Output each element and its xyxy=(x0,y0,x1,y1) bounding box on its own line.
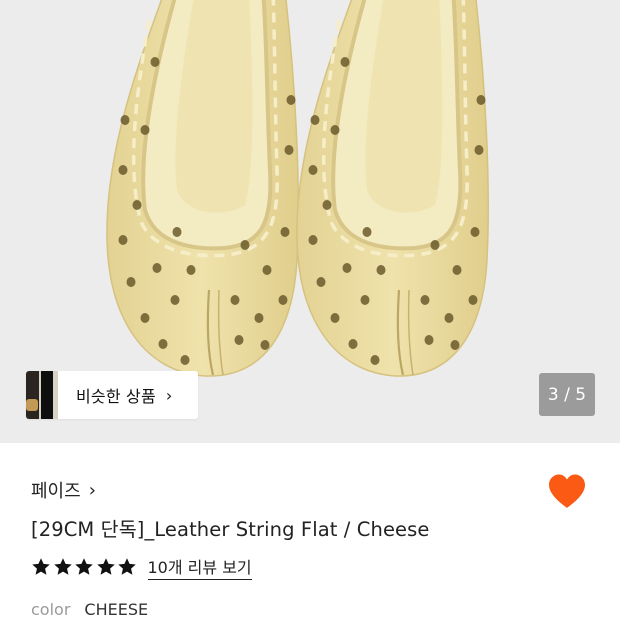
review-link[interactable]: 10개 리뷰 보기 xyxy=(147,554,252,580)
star-icon xyxy=(118,558,136,575)
star-icon xyxy=(96,558,115,575)
star-icon xyxy=(53,558,72,575)
brand-link[interactable]: 페이즈 › xyxy=(31,477,96,503)
chevron-right-icon: › xyxy=(88,479,96,501)
heart-icon[interactable] xyxy=(548,474,586,510)
similar-products-label: 비슷한 상품 xyxy=(76,387,156,406)
brand-name: 페이즈 xyxy=(31,481,81,502)
option-label: color xyxy=(31,600,71,619)
rating-stars xyxy=(31,557,139,577)
product-title: [29CM 단독]_Leather String Flat / Cheese xyxy=(31,518,430,541)
option-value: CHEESE xyxy=(84,600,149,619)
similar-products-button[interactable]: 비슷한 상품 › xyxy=(26,371,198,419)
rating-row: 10개 리뷰 보기 xyxy=(31,554,252,580)
left-shoe xyxy=(106,0,299,377)
product-image-gallery[interactable]: 비슷한 상품 › 3 / 5 xyxy=(0,0,620,443)
star-icon xyxy=(75,558,93,575)
star-icon xyxy=(32,558,50,575)
image-page-counter: 3 / 5 xyxy=(539,373,595,416)
color-option: color CHEESE xyxy=(31,600,148,619)
chevron-right-icon: › xyxy=(165,385,173,405)
similar-product-thumbnail xyxy=(26,371,58,419)
right-shoe xyxy=(296,0,489,377)
